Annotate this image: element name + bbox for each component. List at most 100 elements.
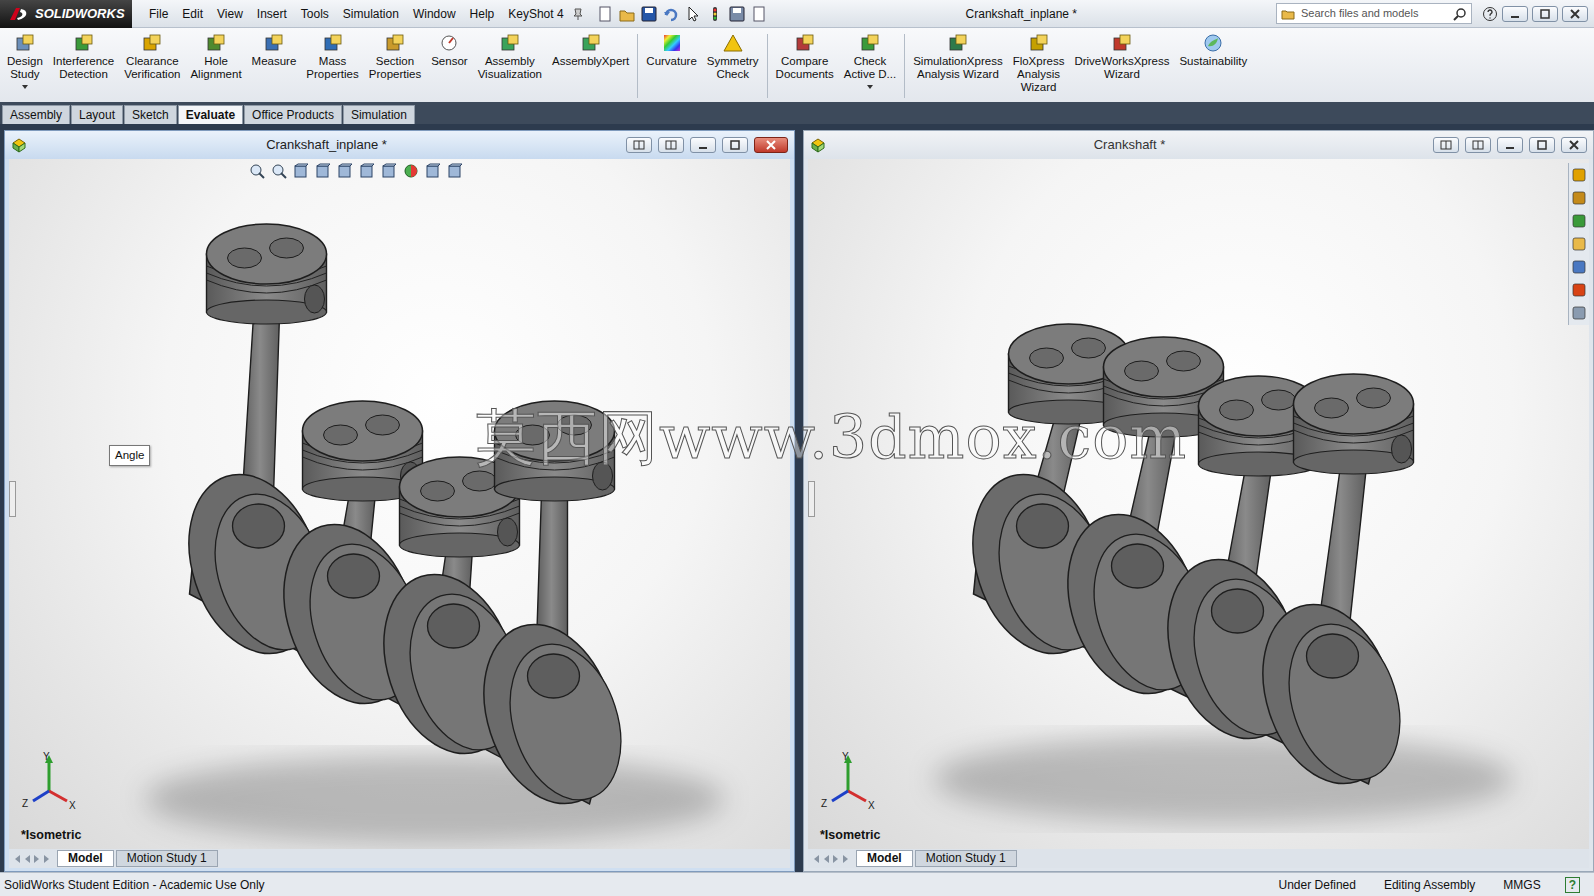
close-icon[interactable] [1568, 140, 1580, 150]
ribbon-button[interactable]: Curvature [641, 34, 702, 68]
close-button[interactable] [754, 137, 788, 153]
ribbon-button[interactable]: Assembly Visualization [473, 34, 547, 81]
view-settings-icon[interactable] [447, 163, 463, 179]
evaluate-tool-icon[interactable] [263, 34, 285, 52]
close-icon[interactable] [1569, 9, 1581, 19]
menu-item[interactable]: Tools [294, 5, 336, 23]
evaluate-tool-icon[interactable] [661, 34, 683, 52]
scene-icon[interactable] [425, 163, 441, 179]
ribbon-button[interactable]: Section Properties [364, 34, 426, 81]
task-pane-tab-icon[interactable] [1571, 281, 1587, 299]
close-icon[interactable] [765, 140, 777, 150]
command-tab[interactable]: Evaluate [178, 105, 243, 124]
graphics-area[interactable]: AngleYZX*Isometric [9, 159, 790, 849]
menu-item[interactable]: File [142, 5, 175, 23]
dropdown-caret-icon[interactable] [22, 85, 28, 89]
document-tab[interactable]: Model [856, 850, 913, 867]
tile-icon[interactable] [665, 140, 677, 150]
previous-view-icon[interactable] [293, 163, 309, 179]
evaluate-tool-icon[interactable] [947, 34, 969, 52]
pin-icon[interactable] [571, 7, 585, 21]
quick-tips-button[interactable]: ? [1565, 877, 1580, 893]
tab-scroll-arrow-icon[interactable] [822, 854, 830, 864]
zoom-area-icon[interactable] [271, 163, 287, 179]
menu-item[interactable]: Insert [250, 5, 294, 23]
ribbon-button[interactable]: Mass Properties [301, 34, 363, 81]
document-window[interactable]: Crankshaft_inplane *AngleYZX*IsometricMo… [4, 130, 795, 872]
max-icon[interactable] [729, 140, 741, 150]
crankshaft-model[interactable] [808, 159, 1589, 849]
ribbon-button[interactable]: Symmetry Check [702, 34, 764, 81]
tile-button[interactable] [626, 137, 652, 153]
task-pane-tab-icon[interactable] [1571, 189, 1587, 207]
evaluate-tool-icon[interactable] [1202, 34, 1224, 52]
evaluate-tool-icon[interactable] [14, 34, 36, 52]
min-icon[interactable] [697, 140, 709, 150]
ribbon-button[interactable]: Clearance Verification [119, 34, 185, 81]
ribbon-button[interactable]: Check Active D... [839, 34, 901, 89]
zoom-fit-icon[interactable] [249, 163, 265, 179]
max-button[interactable] [1529, 137, 1555, 153]
menu-item[interactable]: Simulation [336, 5, 406, 23]
tile-button[interactable] [1465, 137, 1491, 153]
command-tab[interactable]: Assembly [2, 105, 70, 124]
tile-icon[interactable] [1440, 140, 1452, 150]
ribbon-button[interactable]: Interference Detection [48, 34, 119, 81]
graphics-area[interactable]: YZX*Isometric [808, 159, 1589, 849]
document-tab[interactable]: Motion Study 1 [116, 850, 218, 867]
view-orientation-icon[interactable] [337, 163, 353, 179]
evaluate-tool-icon[interactable] [794, 34, 816, 52]
evaluate-tool-icon[interactable] [141, 34, 163, 52]
select-cursor-icon[interactable] [685, 6, 701, 22]
evaluate-tool-icon[interactable] [580, 34, 602, 52]
min-icon[interactable] [1504, 140, 1516, 150]
evaluate-tool-icon[interactable] [205, 34, 227, 52]
command-tab[interactable]: Office Products [244, 105, 342, 124]
crankshaft-model[interactable] [9, 159, 790, 849]
tab-scroll-arrow-icon[interactable] [812, 854, 820, 864]
ribbon-button[interactable]: DriveWorksXpress Wizard [1069, 34, 1174, 81]
menu-item[interactable]: View [210, 5, 250, 23]
help-icon[interactable] [1482, 6, 1498, 22]
rebuild-traffic-light-icon[interactable] [707, 6, 723, 22]
tab-scroll-arrow-icon[interactable] [832, 854, 840, 864]
file-properties-icon[interactable] [729, 6, 745, 22]
task-pane-tab-icon[interactable] [1571, 304, 1587, 322]
evaluate-tool-icon[interactable] [499, 34, 521, 52]
menu-item[interactable]: Window [406, 5, 463, 23]
max-button[interactable] [1532, 6, 1558, 22]
ribbon-button[interactable]: Design Study [2, 34, 48, 89]
max-button[interactable] [722, 137, 748, 153]
document-tab[interactable]: Motion Study 1 [915, 850, 1017, 867]
magnifier-icon[interactable] [1453, 7, 1467, 21]
search-input[interactable] [1299, 4, 1449, 23]
options-icon[interactable] [751, 6, 767, 22]
display-style-icon[interactable] [359, 163, 375, 179]
tab-scroll-arrow-icon[interactable] [13, 854, 21, 864]
undo-icon[interactable] [663, 6, 679, 22]
save-icon[interactable] [641, 6, 657, 22]
ribbon-button[interactable]: Hole Alignment [185, 34, 246, 81]
command-tab[interactable]: Simulation [343, 105, 415, 124]
command-tab[interactable]: Sketch [124, 105, 177, 124]
ribbon-button[interactable]: FloXpress Analysis Wizard [1008, 34, 1070, 94]
menu-item[interactable]: KeyShot 4 [501, 5, 570, 23]
min-button[interactable] [1502, 6, 1528, 22]
tile-icon[interactable] [1472, 140, 1484, 150]
evaluate-tool-icon[interactable] [1028, 34, 1050, 52]
tab-scroll-arrow-icon[interactable] [842, 854, 850, 864]
ribbon-button[interactable]: Compare Documents [771, 34, 839, 81]
task-pane-tab-icon[interactable] [1571, 212, 1587, 230]
tile-button[interactable] [658, 137, 684, 153]
min-icon[interactable] [1509, 9, 1521, 19]
task-pane-tab-icon[interactable] [1571, 166, 1587, 184]
section-view-icon[interactable] [315, 163, 331, 179]
command-tab[interactable]: Layout [71, 105, 123, 124]
menu-item[interactable]: Edit [175, 5, 210, 23]
dropdown-caret-icon[interactable] [867, 85, 873, 89]
new-document-icon[interactable] [597, 6, 613, 22]
panel-expand-handle[interactable] [808, 481, 815, 517]
tile-button[interactable] [1433, 137, 1459, 153]
task-pane-tab-icon[interactable] [1571, 258, 1587, 276]
tile-icon[interactable] [633, 140, 645, 150]
